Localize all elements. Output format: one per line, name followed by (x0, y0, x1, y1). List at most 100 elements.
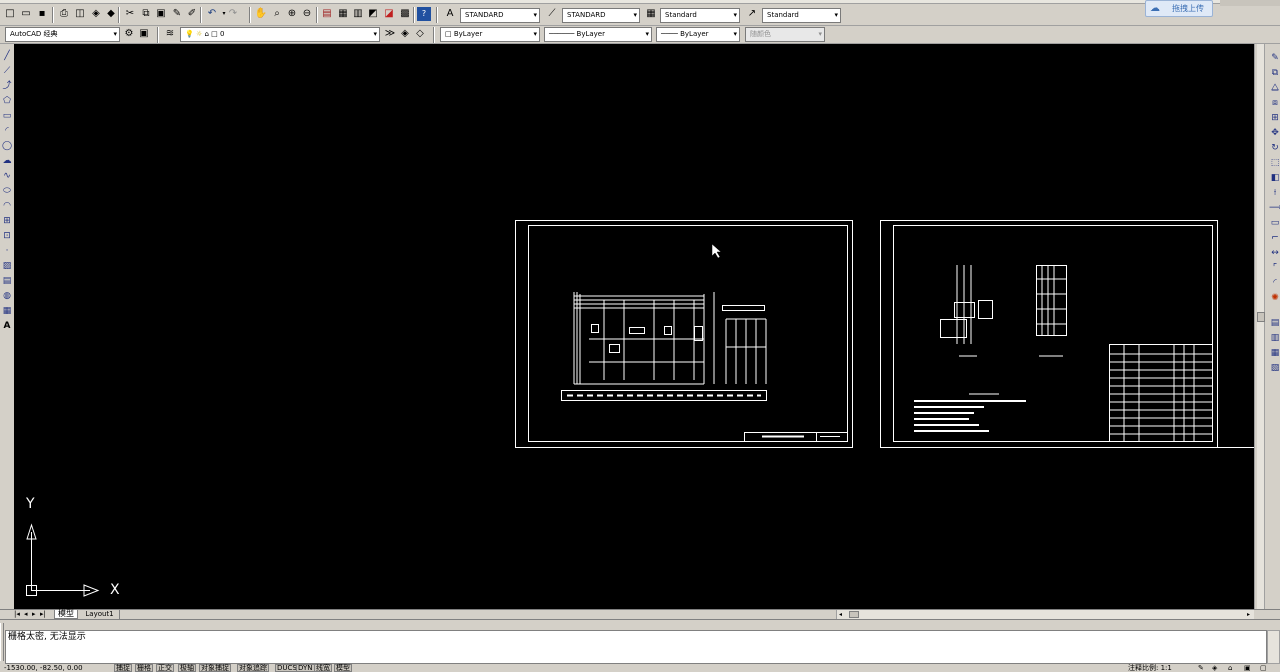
make-current-layer-icon[interactable]: ≫ (383, 27, 397, 41)
table-icon[interactable]: ▦ (1, 305, 13, 317)
command-input[interactable] (6, 644, 1246, 663)
spline-icon[interactable]: ∿ (1, 170, 13, 182)
break-icon[interactable]: ⌐ (1269, 232, 1280, 244)
multileader-style-select[interactable]: Standard ▾ (762, 8, 841, 23)
table-style-select[interactable]: Standard ▾ (660, 8, 740, 23)
trim-icon[interactable]: ⟊ (1269, 187, 1280, 199)
sheet-set-icon[interactable]: ◩ (366, 7, 380, 21)
tab-model[interactable]: 模型 (54, 610, 78, 619)
status-lwt[interactable]: 线宽 (314, 664, 332, 672)
layer-manager-icon[interactable]: ≋ (163, 27, 177, 41)
table-style-icon[interactable]: ▦ (644, 7, 658, 21)
insert-block-icon[interactable]: ⊞ (1, 215, 13, 227)
markup-icon[interactable]: ◪ (382, 7, 396, 21)
dim-style-select[interactable]: STANDARD ▾ (562, 8, 640, 23)
plot-style-select[interactable]: 随颜色 ▾ (745, 27, 825, 42)
ellipse-icon[interactable]: ⬭ (1, 185, 13, 197)
horizontal-scrollbar[interactable]: ◂ ▸ (836, 610, 1254, 619)
copy-icon[interactable]: ⧉ (139, 7, 153, 21)
make-block-icon[interactable]: ⊡ (1, 230, 13, 242)
line-icon[interactable]: ╱ (1, 50, 13, 62)
construction-line-icon[interactable]: ⟋ (1, 65, 13, 77)
linetype-select[interactable]: ────── ByLayer ▾ (544, 27, 652, 42)
tab-first-icon[interactable]: |◂ (14, 610, 20, 619)
erase-icon[interactable]: ✎ (1269, 52, 1280, 64)
offset-icon[interactable]: ⧈ (1269, 97, 1280, 109)
status-dyn[interactable]: DYN (296, 664, 315, 672)
annotation-scale[interactable]: 注释比例: 1:1 (1128, 664, 1172, 672)
preview-icon[interactable]: ◫ (73, 7, 87, 21)
scale-icon[interactable]: ⬚ (1269, 157, 1280, 169)
properties-icon[interactable]: ▤ (320, 7, 334, 21)
text-style-icon[interactable]: A (443, 7, 457, 21)
paste-icon[interactable]: ▣ (154, 7, 168, 21)
layer-isolate-icon[interactable]: ◇ (413, 27, 427, 41)
block-editor-icon[interactable]: ✐ (185, 7, 199, 21)
join-icon[interactable]: ↔ (1269, 247, 1280, 259)
auto-scale-icon[interactable]: ◈ (1212, 664, 1217, 672)
new-icon[interactable]: □ (3, 7, 17, 21)
status-model[interactable]: 模型 (334, 664, 352, 672)
match-properties-icon[interactable]: ✎ (170, 7, 184, 21)
multileader-style-icon[interactable]: ↗ (745, 7, 759, 21)
fillet-icon[interactable]: ◜ (1269, 277, 1280, 289)
cut-icon[interactable]: ✂ (123, 7, 137, 21)
circle-icon[interactable]: ◯ (1, 140, 13, 152)
rotate-icon[interactable]: ↻ (1269, 142, 1280, 154)
tool-palettes-icon[interactable]: ▥ (351, 7, 365, 21)
zoom-window-icon[interactable]: ⊕ (285, 7, 299, 21)
lineweight-select[interactable]: ──── ByLayer ▾ (656, 27, 740, 42)
draworder-icon[interactable]: ▤ (1269, 317, 1280, 329)
status-grid[interactable]: 栅格 (135, 664, 153, 672)
break-at-point-icon[interactable]: ▭ (1269, 217, 1280, 229)
pan-icon[interactable]: ✋ (254, 7, 268, 21)
annotation-visibility-icon[interactable]: ✎ (1198, 664, 1204, 672)
redo-icon[interactable]: ↷ (226, 7, 240, 21)
help-icon[interactable]: ? (417, 7, 431, 21)
move-icon[interactable]: ✥ (1269, 127, 1280, 139)
layer-previous-icon[interactable]: ◈ (398, 27, 412, 41)
publish-icon[interactable]: ◈ (89, 7, 103, 21)
3d-dwf-icon[interactable]: ◆ (104, 7, 118, 21)
extend-icon[interactable]: ⟶ (1269, 202, 1280, 214)
status-tray-icon[interactable]: ▣ (1244, 664, 1251, 672)
save-icon[interactable]: ▪ (35, 7, 49, 21)
stretch-icon[interactable]: ◧ (1269, 172, 1280, 184)
workspace-settings-icon[interactable]: ⚙ (122, 27, 136, 41)
layer-select[interactable]: 💡 ☼ ⌂ □ 0 ▾ (180, 27, 380, 42)
drawing-canvas[interactable]: Y X (14, 44, 1254, 609)
upload-button[interactable]: ☁ 拖拽上传 (1145, 0, 1213, 17)
scroll-right-icon[interactable]: ▸ (1247, 610, 1250, 619)
draworder-back-icon[interactable]: ▦ (1269, 347, 1280, 359)
horizontal-scrollbar-thumb[interactable] (849, 611, 859, 618)
tab-layout1[interactable]: Layout1 (80, 610, 120, 619)
vertical-scrollbar[interactable] (1257, 44, 1265, 609)
scrollbar-thumb[interactable] (1257, 312, 1265, 322)
design-center-icon[interactable]: ▦ (336, 7, 350, 21)
status-ortho[interactable]: 正交 (156, 664, 174, 672)
polygon-icon[interactable]: ⬠ (1, 95, 13, 107)
status-otrack[interactable]: 对象追踪 (237, 664, 269, 672)
status-snap[interactable]: 捕捉 (114, 664, 132, 672)
status-osnap[interactable]: 对象捕捉 (199, 664, 231, 672)
draworder-front-icon[interactable]: ▥ (1269, 332, 1280, 344)
color-select[interactable]: □ ByLayer ▾ (440, 27, 540, 42)
command-scrollbar[interactable] (1267, 630, 1280, 664)
multiline-text-icon[interactable]: A (1, 320, 13, 332)
calculator-icon[interactable]: ▩ (398, 7, 412, 21)
zoom-realtime-icon[interactable]: ⌕ (270, 7, 284, 21)
lock-toolbar-icon[interactable]: ⌂ (1228, 664, 1232, 672)
tab-last-icon[interactable]: ▸| (40, 610, 46, 619)
arc-icon[interactable]: ◜ (1, 125, 13, 137)
clean-screen-icon[interactable]: ▢ (1260, 664, 1267, 672)
zoom-previous-icon[interactable]: ⊖ (300, 7, 314, 21)
mirror-icon[interactable]: ⧋ (1269, 82, 1280, 94)
gradient-icon[interactable]: ▤ (1, 275, 13, 287)
hatch-icon[interactable]: ▨ (1, 260, 13, 272)
ellipse-arc-icon[interactable]: ◠ (1, 200, 13, 212)
point-icon[interactable]: · (1, 245, 13, 257)
explode-icon[interactable]: ✺ (1269, 292, 1280, 304)
scroll-left-icon[interactable]: ◂ (839, 610, 842, 619)
chamfer-icon[interactable]: ⌜ (1269, 262, 1280, 274)
rectangle-icon[interactable]: ▭ (1, 110, 13, 122)
